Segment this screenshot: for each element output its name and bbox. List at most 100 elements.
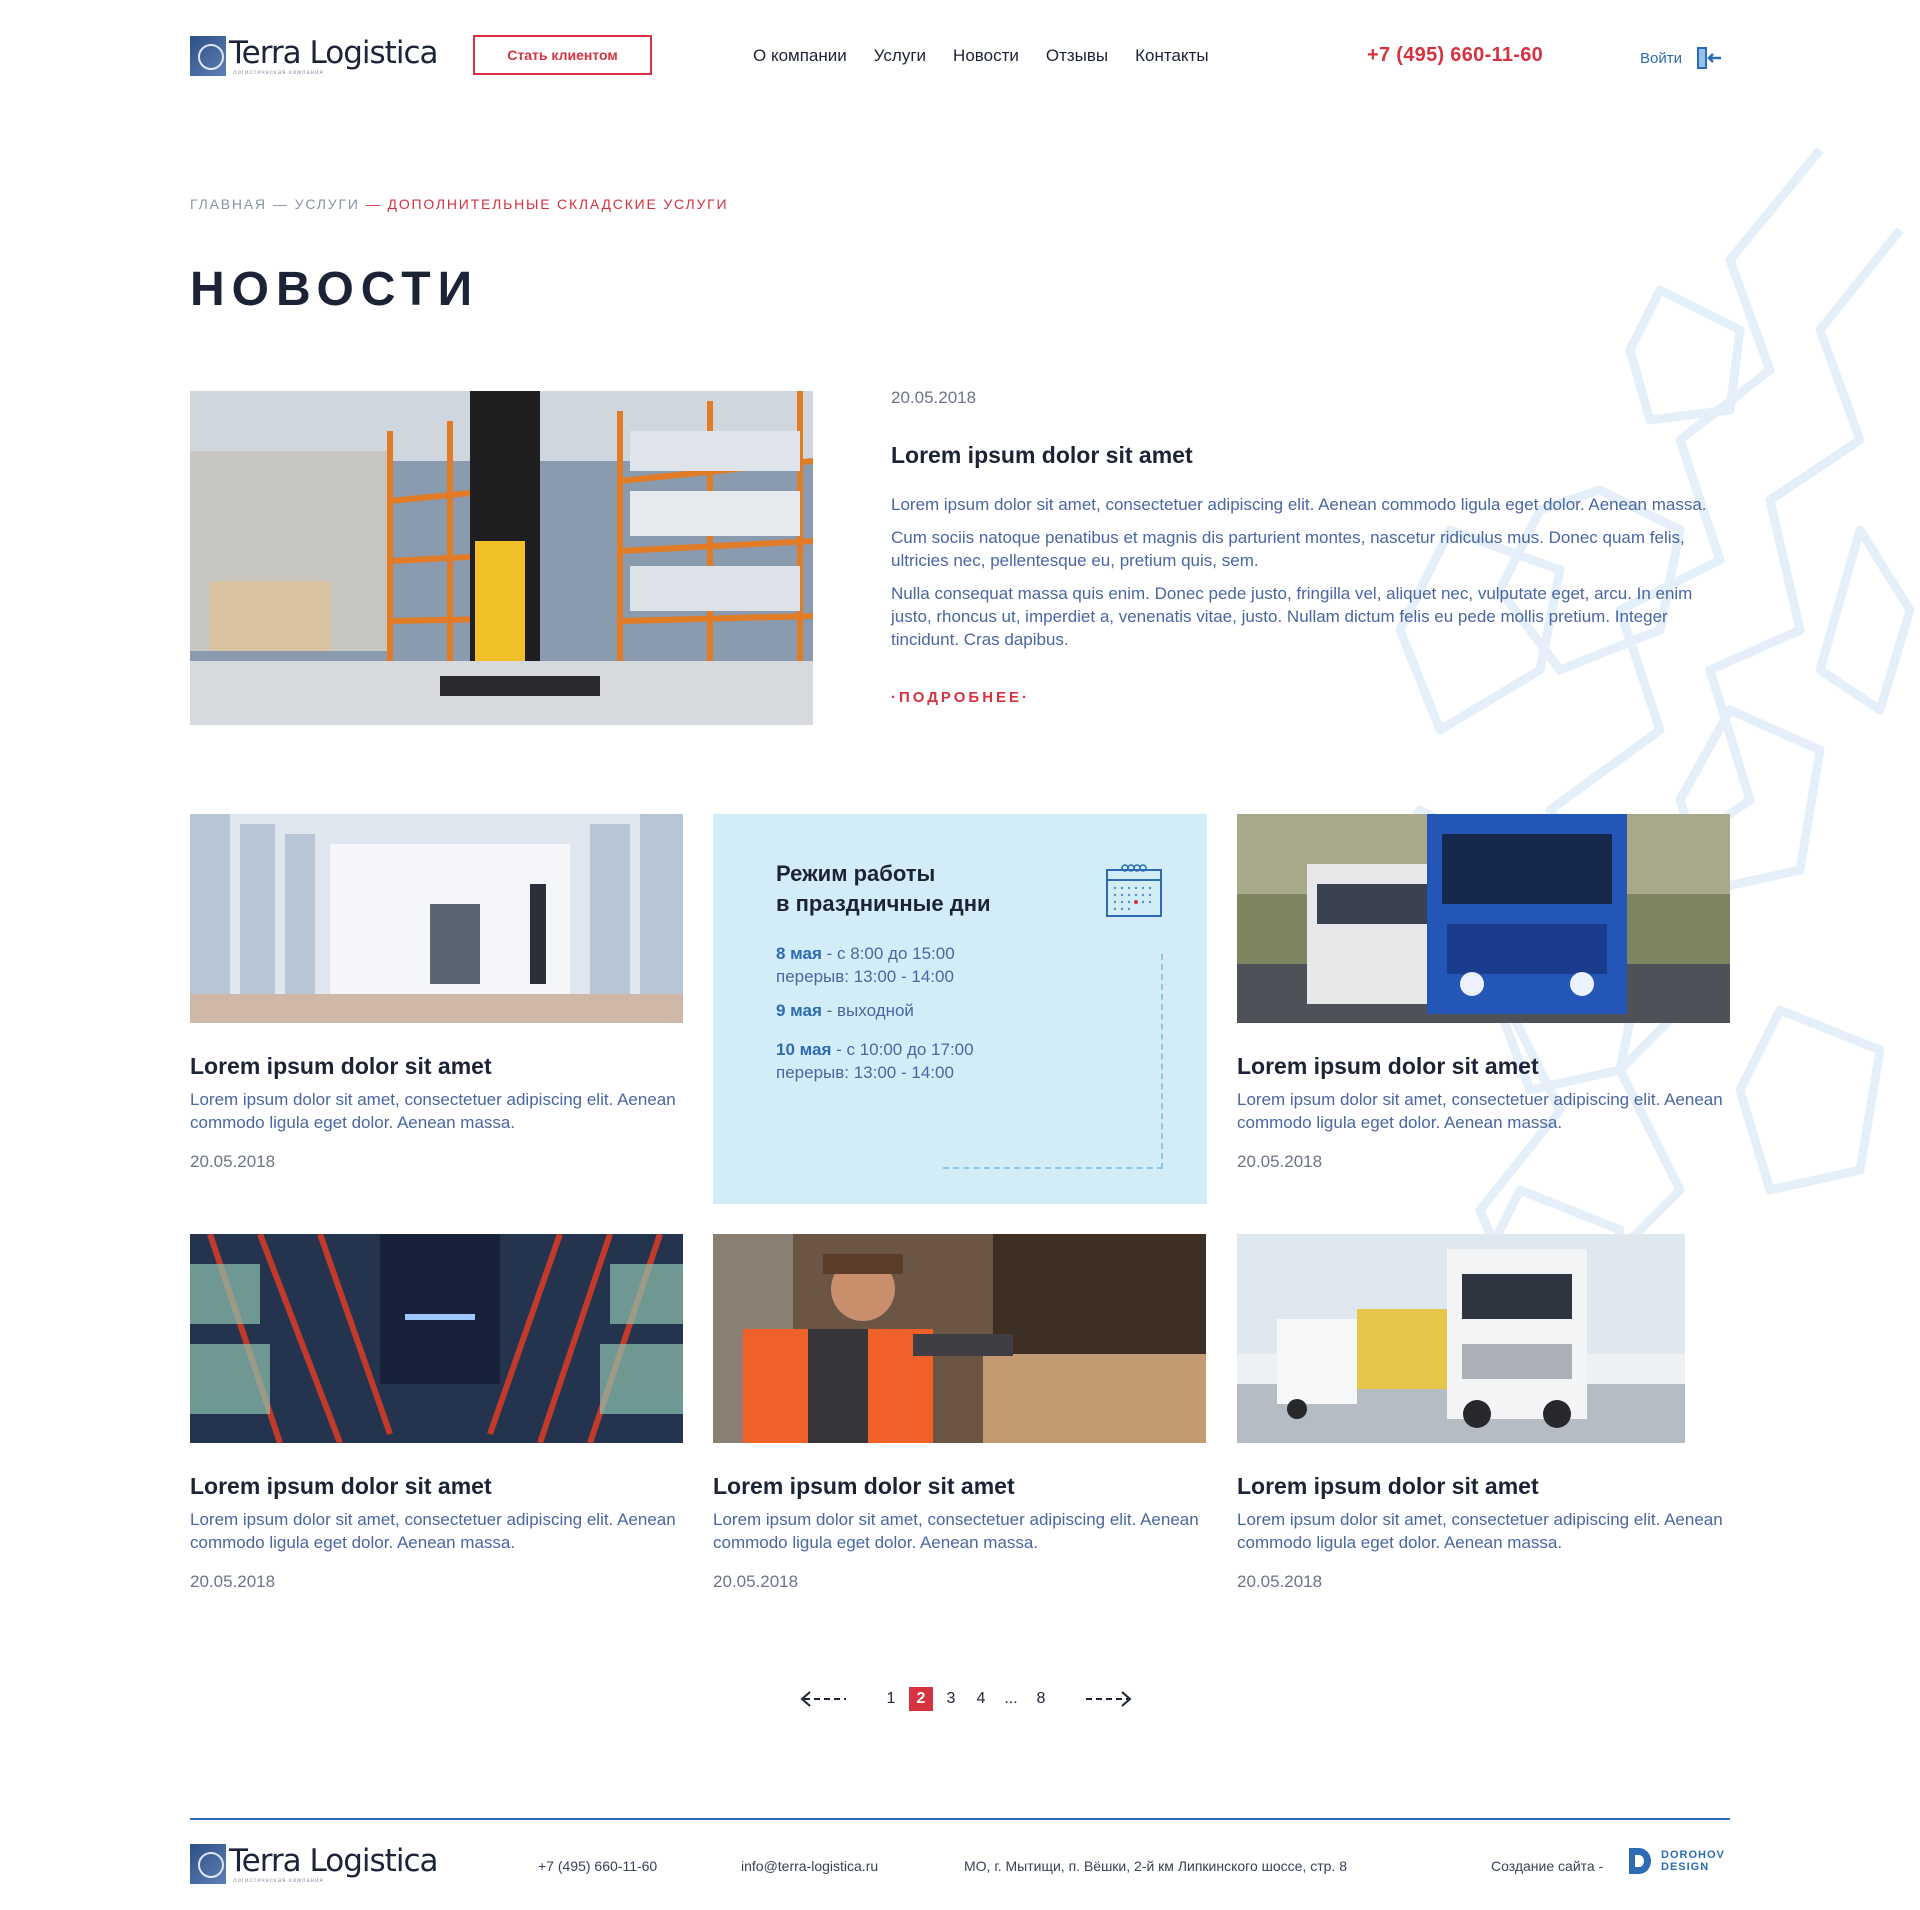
news-card-text: Lorem ipsum dolor sit amet, consectetuer… bbox=[190, 1090, 676, 1132]
news-card-title: Lorem ipsum dolor sit amet bbox=[713, 1473, 1015, 1499]
prev-page-arrow[interactable] bbox=[798, 1689, 848, 1709]
news-card-text: Lorem ipsum dolor sit amet, consectetuer… bbox=[1237, 1090, 1723, 1132]
holiday-break: перерыв: 13:00 - 14:00 bbox=[776, 967, 954, 986]
studio-logo[interactable]: DOROHOV DESIGN bbox=[1627, 1846, 1725, 1876]
nav-item-services[interactable]: Услуги bbox=[874, 46, 926, 66]
globe-logo-icon bbox=[190, 36, 226, 76]
news-card-date: 20.05.2018 bbox=[713, 1572, 799, 1591]
breadcrumb-current: Дополнительные складские услуги bbox=[387, 196, 729, 212]
news-card[interactable]: Lorem ipsum dolor sit amet Lorem ipsum d… bbox=[190, 1234, 683, 1592]
holiday-title-line: в праздничные дни bbox=[776, 891, 991, 916]
holiday-break: перерыв: 13:00 - 14:00 bbox=[776, 1063, 954, 1082]
logo-subtitle: логистическая компания bbox=[233, 70, 324, 76]
holiday-row: 8 мая - с 8:00 до 15:00 перерыв: 13:00 -… bbox=[776, 942, 974, 988]
arrow-right-icon bbox=[1086, 1691, 1132, 1707]
nav-item-about[interactable]: О компании bbox=[753, 46, 847, 66]
featured-paragraph: Nulla consequat massa quis enim. Donec p… bbox=[891, 584, 1693, 649]
become-client-button[interactable]: Стать клиентом bbox=[473, 35, 652, 75]
news-card-title: Lorem ipsum dolor sit amet bbox=[1237, 1473, 1539, 1499]
nav-item-reviews[interactable]: Отзывы bbox=[1046, 46, 1108, 66]
page-ellipsis: ... bbox=[1004, 1690, 1018, 1707]
news-card-title: Lorem ipsum dolor sit amet bbox=[190, 1473, 492, 1499]
pagination: 1 2 3 4 ... 8 bbox=[798, 1687, 1134, 1711]
news-card-date: 20.05.2018 bbox=[190, 1572, 276, 1591]
page-title: Новости bbox=[190, 263, 480, 316]
next-page-arrow[interactable] bbox=[1084, 1689, 1134, 1709]
holiday-schedule-card: Режим работы в праздничные дни 8 мая - с… bbox=[713, 814, 1207, 1204]
news-card-text: Lorem ipsum dolor sit amet, consectetuer… bbox=[1237, 1510, 1723, 1552]
news-card[interactable]: Lorem ipsum dolor sit amet Lorem ipsum d… bbox=[713, 1234, 1206, 1592]
news-card-title: Lorem ipsum dolor sit amet bbox=[1237, 1053, 1539, 1079]
warehouse-forklift-photo bbox=[190, 391, 813, 725]
studio-d-icon bbox=[1629, 1848, 1651, 1874]
site-made-by-label: Создание сайта - bbox=[1491, 1858, 1604, 1874]
page-2-current[interactable]: 2 bbox=[909, 1687, 933, 1711]
footer-phone[interactable]: +7 (495) 660-11-60 bbox=[538, 1858, 657, 1874]
globe-logo-icon bbox=[190, 1844, 226, 1884]
page-3[interactable]: 3 bbox=[939, 1687, 963, 1711]
holiday-time: - с 10:00 до 17:00 bbox=[831, 1040, 974, 1059]
read-more-dot: · bbox=[891, 689, 899, 706]
news-card-date: 20.05.2018 bbox=[1237, 1152, 1323, 1171]
holiday-day: 8 мая bbox=[776, 944, 822, 963]
page-last[interactable]: 8 bbox=[1029, 1687, 1053, 1711]
read-more-link[interactable]: ·подробнее· bbox=[891, 689, 1030, 706]
holiday-list: 8 мая - с 8:00 до 15:00 перерыв: 13:00 -… bbox=[776, 942, 974, 1095]
nav-item-contacts[interactable]: Контакты bbox=[1135, 46, 1208, 66]
breadcrumb: Главная — Услуги — Дополнительные складские … bbox=[190, 196, 728, 212]
header-phone[interactable]: +7 (495) 660-11-60 bbox=[1367, 44, 1543, 67]
logo-name: Terra Logistica bbox=[229, 1843, 438, 1879]
logo-name: Terra Logistica bbox=[229, 35, 438, 71]
news-card[interactable]: Lorem ipsum dolor sit amet Lorem ipsum d… bbox=[1237, 1234, 1730, 1592]
footer-email[interactable]: info@terra-logistica.ru bbox=[741, 1858, 878, 1874]
news-card-title: Lorem ipsum dolor sit amet bbox=[190, 1053, 492, 1079]
login-label: Войти bbox=[1640, 49, 1682, 67]
blue-trucks-road-photo bbox=[1237, 814, 1730, 1023]
warehouse-aisle-forklift-photo bbox=[190, 814, 683, 1023]
featured-date: 20.05.2018 bbox=[891, 388, 977, 407]
breadcrumb-separator: — bbox=[272, 196, 289, 212]
worker-boxes-photo bbox=[713, 1234, 1206, 1443]
page-4[interactable]: 4 bbox=[969, 1687, 993, 1711]
featured-news-image[interactable] bbox=[190, 391, 813, 725]
news-card-image bbox=[713, 1234, 1206, 1443]
news-card[interactable]: Lorem ipsum dolor sit amet Lorem ipsum d… bbox=[190, 814, 683, 1172]
dashed-decoration bbox=[943, 954, 1163, 1169]
footer-divider bbox=[190, 1818, 1730, 1820]
news-card-image bbox=[190, 1234, 683, 1443]
footer-address: МО, г. Мытищи, п. Вёшки, 2-й км Липкинск… bbox=[964, 1858, 1347, 1874]
calendar-icon bbox=[1106, 864, 1162, 917]
breadcrumb-separator: — bbox=[365, 196, 382, 212]
arrow-left-icon bbox=[800, 1691, 846, 1707]
read-more-label: подробнее bbox=[899, 689, 1023, 706]
news-card-text: Lorem ipsum dolor sit amet, consectetuer… bbox=[713, 1510, 1199, 1552]
logo[interactable]: Terra Logistica логистическая компания bbox=[190, 35, 438, 76]
nav-item-news[interactable]: Новости bbox=[953, 46, 1019, 66]
footer-logo[interactable]: Terra Logistica логистическая компания bbox=[190, 1843, 438, 1884]
news-card-date: 20.05.2018 bbox=[1237, 1572, 1323, 1591]
holiday-title-line: Режим работы bbox=[776, 861, 936, 886]
news-card-image bbox=[1237, 1234, 1685, 1443]
studio-name-line: DESIGN bbox=[1661, 1861, 1710, 1873]
read-more-dot: · bbox=[1022, 689, 1031, 706]
news-card-image bbox=[1237, 814, 1730, 1023]
breadcrumb-home[interactable]: Главная bbox=[190, 196, 267, 212]
breadcrumb-services[interactable]: Услуги bbox=[295, 196, 360, 212]
main-nav: О компании Услуги Новости Отзывы Контакт… bbox=[753, 46, 1209, 66]
featured-title[interactable]: Lorem ipsum dolor sit amet bbox=[891, 442, 1731, 469]
page-1[interactable]: 1 bbox=[879, 1687, 903, 1711]
holiday-row: 9 мая - выходной bbox=[776, 999, 974, 1022]
news-card-date: 20.05.2018 bbox=[190, 1152, 276, 1171]
login-link[interactable]: Войти bbox=[1640, 44, 1722, 72]
logo-subtitle: логистическая компания bbox=[233, 1878, 324, 1884]
holiday-row: 10 мая - с 10:00 до 17:00 перерыв: 13:00… bbox=[776, 1038, 974, 1084]
holiday-time: - с 8:00 до 15:00 bbox=[821, 944, 955, 963]
news-card-text: Lorem ipsum dolor sit amet, consectetuer… bbox=[190, 1510, 676, 1552]
site-footer: Terra Logistica логистическая компания +… bbox=[190, 1840, 1730, 1890]
news-card[interactable]: Lorem ipsum dolor sit amet Lorem ipsum d… bbox=[1237, 814, 1730, 1172]
holiday-day: 10 мая bbox=[776, 1040, 832, 1059]
featured-paragraph: Cum sociis natoque penatibus et magnis d… bbox=[891, 528, 1685, 570]
login-door-icon bbox=[1696, 47, 1721, 69]
featured-news-body: 20.05.2018 Lorem ipsum dolor sit amet Lo… bbox=[891, 388, 1731, 707]
holiday-day: 9 мая bbox=[776, 1001, 822, 1020]
